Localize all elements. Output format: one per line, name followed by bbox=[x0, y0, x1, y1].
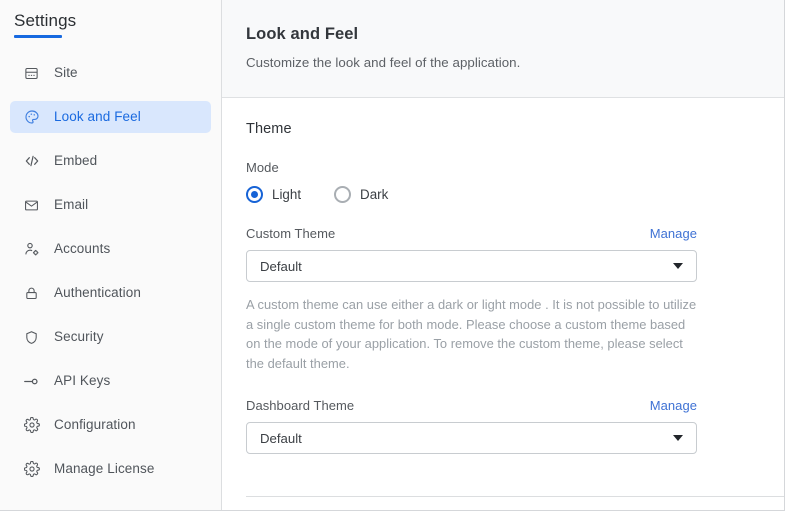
dashboard-theme-label: Dashboard Theme bbox=[246, 397, 354, 414]
title-underline bbox=[14, 35, 62, 38]
custom-theme-selected-value: Default bbox=[260, 258, 302, 275]
mode-radio-group: Light Dark bbox=[246, 186, 784, 203]
sidebar-item-authentication[interactable]: Authentication bbox=[10, 277, 211, 309]
theme-settings-body: Theme Mode Light Dark Custom Theme bbox=[222, 98, 784, 510]
radio-label: Light bbox=[272, 186, 301, 203]
custom-theme-select[interactable]: Default bbox=[246, 250, 697, 282]
content-header: Look and Feel Customize the look and fee… bbox=[222, 0, 784, 98]
envelope-icon bbox=[23, 197, 40, 214]
sidebar-item-configuration[interactable]: Configuration bbox=[10, 409, 211, 441]
radio-light[interactable]: Light bbox=[246, 186, 301, 203]
page-title: Settings bbox=[14, 10, 221, 32]
settings-window: Settings Site bbox=[0, 0, 785, 511]
person-gear-icon bbox=[23, 241, 40, 258]
sidebar-item-accounts[interactable]: Accounts bbox=[10, 233, 211, 265]
sidebar-item-security[interactable]: Security bbox=[10, 321, 211, 353]
mode-label: Mode bbox=[246, 159, 784, 176]
lock-icon bbox=[23, 285, 40, 302]
sidebar-item-email[interactable]: Email bbox=[10, 189, 211, 221]
custom-theme-field: Custom Theme Manage Default A custom the… bbox=[246, 225, 784, 373]
radio-label: Dark bbox=[360, 186, 388, 203]
sidebar-item-label: Accounts bbox=[54, 241, 110, 257]
dashboard-theme-label-row: Dashboard Theme Manage bbox=[246, 397, 697, 414]
content-subtitle: Customize the look and feel of the appli… bbox=[246, 54, 784, 71]
custom-theme-label: Custom Theme bbox=[246, 225, 335, 242]
sidebar-header: Settings bbox=[0, 0, 221, 38]
sidebar-item-label: Site bbox=[54, 65, 78, 81]
sidebar-item-label: Look and Feel bbox=[54, 109, 141, 125]
palette-icon bbox=[23, 109, 40, 126]
dashboard-theme-selected-value: Default bbox=[260, 430, 302, 447]
radio-indicator bbox=[334, 186, 351, 203]
mode-field: Mode Light Dark bbox=[246, 159, 784, 203]
chevron-down-icon bbox=[673, 435, 683, 441]
dashboard-theme-manage-link[interactable]: Manage bbox=[650, 397, 697, 414]
sidebar-item-label: Security bbox=[54, 329, 104, 345]
section-divider bbox=[246, 496, 784, 497]
sidebar-item-label: Configuration bbox=[54, 417, 136, 433]
custom-theme-label-row: Custom Theme Manage bbox=[246, 225, 697, 242]
sidebar: Settings Site bbox=[0, 0, 222, 510]
settings-nav: Site Look and Feel bbox=[0, 57, 221, 485]
dashboard-theme-select[interactable]: Default bbox=[246, 422, 697, 454]
sidebar-item-label: Manage License bbox=[54, 461, 154, 477]
sidebar-item-manage-license[interactable]: Manage License bbox=[10, 453, 211, 485]
theme-section-title: Theme bbox=[246, 120, 784, 139]
sidebar-item-label: Embed bbox=[54, 153, 97, 169]
chevron-down-icon bbox=[673, 263, 683, 269]
content-title: Look and Feel bbox=[246, 24, 784, 45]
sidebar-item-label: API Keys bbox=[54, 373, 110, 389]
sidebar-item-label: Email bbox=[54, 197, 88, 213]
sidebar-item-label: Authentication bbox=[54, 285, 141, 301]
custom-theme-help-text: A custom theme can use either a dark or … bbox=[246, 295, 701, 373]
main-content: Look and Feel Customize the look and fee… bbox=[222, 0, 784, 510]
radio-indicator bbox=[246, 186, 263, 203]
gear-icon bbox=[23, 461, 40, 478]
key-icon bbox=[23, 373, 40, 390]
sidebar-item-look-and-feel[interactable]: Look and Feel bbox=[10, 101, 211, 133]
sidebar-item-api-keys[interactable]: API Keys bbox=[10, 365, 211, 397]
custom-theme-manage-link[interactable]: Manage bbox=[650, 225, 697, 242]
sidebar-item-site[interactable]: Site bbox=[10, 57, 211, 89]
shield-icon bbox=[23, 329, 40, 346]
code-brackets-icon bbox=[23, 153, 40, 170]
gear-icon bbox=[23, 417, 40, 434]
radio-dark[interactable]: Dark bbox=[334, 186, 388, 203]
dashboard-theme-field: Dashboard Theme Manage Default bbox=[246, 397, 784, 454]
server-icon bbox=[23, 65, 40, 82]
sidebar-item-embed[interactable]: Embed bbox=[10, 145, 211, 177]
